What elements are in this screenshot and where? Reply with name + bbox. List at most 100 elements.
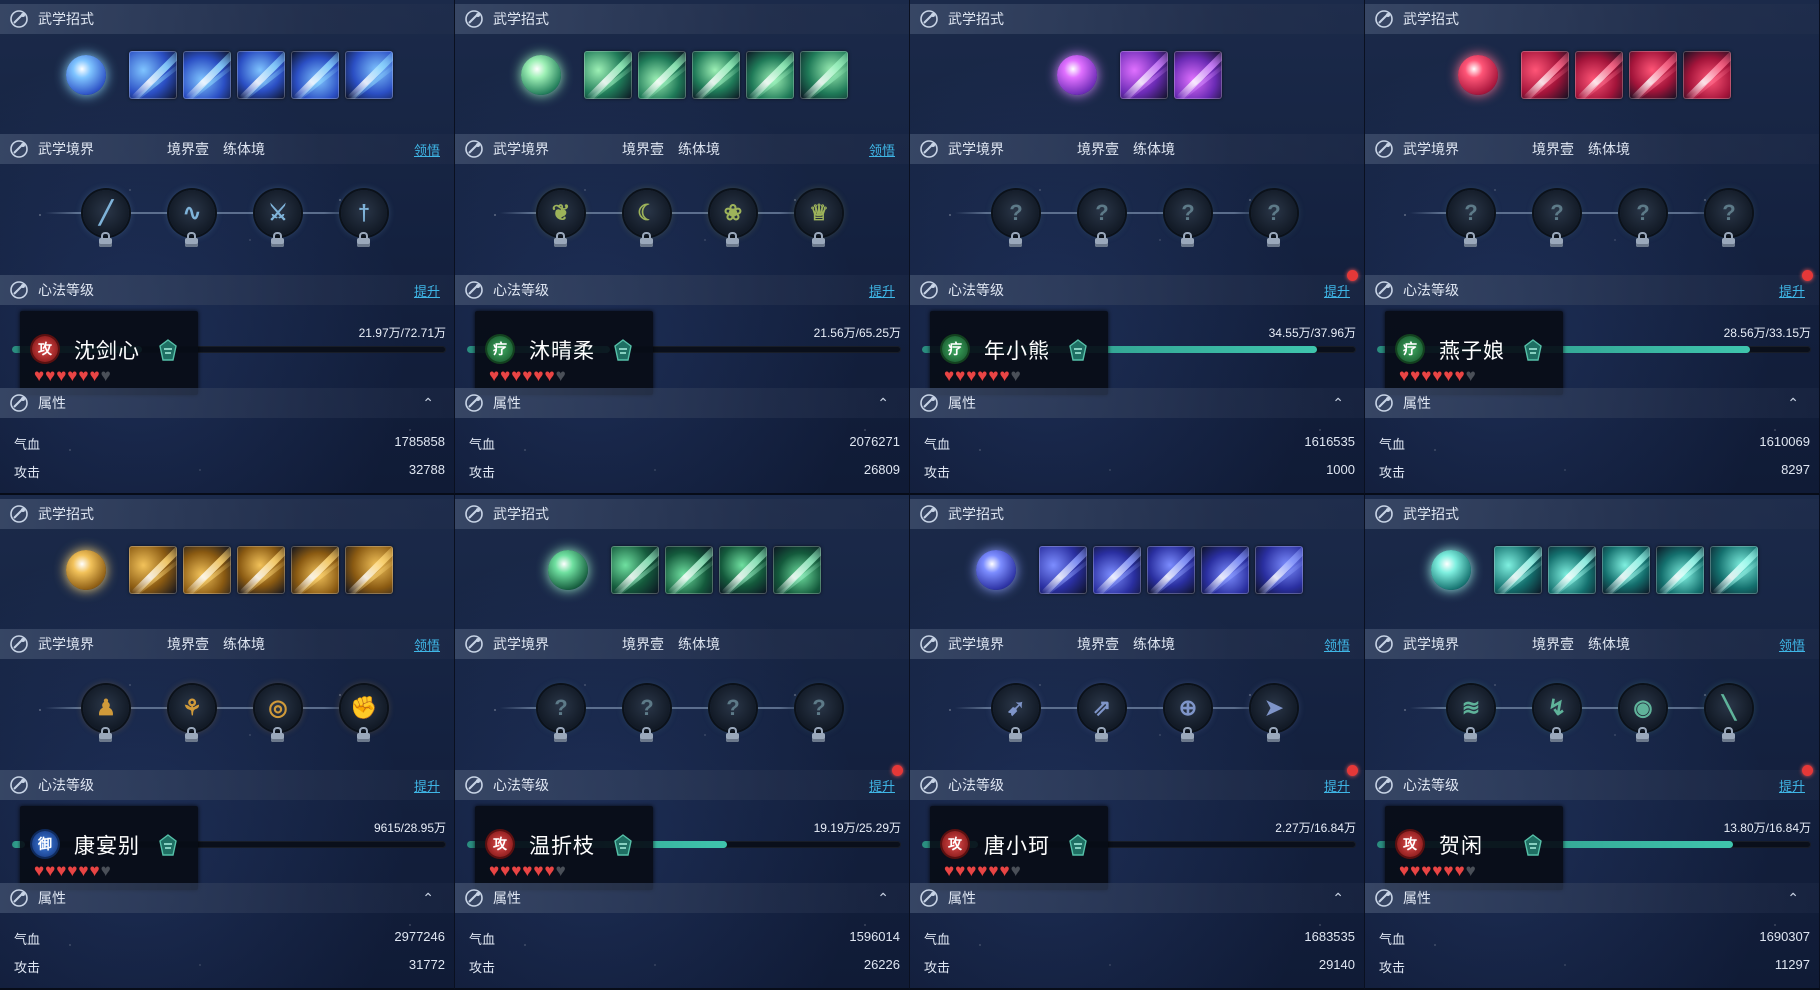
attributes-header[interactable]: 属性 ⌃ xyxy=(910,388,1364,418)
skill-icon[interactable] xyxy=(1575,51,1623,99)
lotus-icon[interactable]: ❀ xyxy=(710,190,756,247)
upgrade-link[interactable]: 提升 xyxy=(869,776,895,795)
question-icon[interactable]: ? xyxy=(993,190,1039,247)
skill-icon[interactable] xyxy=(1602,546,1650,594)
skill-icon[interactable] xyxy=(1656,546,1704,594)
skill-icon[interactable] xyxy=(773,546,821,594)
collapse-chevron-icon[interactable]: ⌃ xyxy=(877,890,889,907)
meditate-icon[interactable]: ⚘ xyxy=(169,685,215,742)
attributes-header[interactable]: 属性 ⌃ xyxy=(455,883,909,913)
signature-move-icon[interactable] xyxy=(1426,545,1476,595)
crown-icon[interactable]: ♕ xyxy=(796,190,842,247)
attributes-header[interactable]: 属性 ⌃ xyxy=(0,388,454,418)
collapse-chevron-icon[interactable]: ⌃ xyxy=(1787,890,1799,907)
collapse-chevron-icon[interactable]: ⌃ xyxy=(422,890,434,907)
signature-move-icon[interactable] xyxy=(543,545,593,595)
crossbow-icon[interactable]: ➹ xyxy=(993,685,1039,742)
eye-icon[interactable]: ◉ xyxy=(1620,685,1666,742)
skill-icon[interactable] xyxy=(719,546,767,594)
blade-icon[interactable]: ╱ xyxy=(83,190,129,247)
signature-move-icon[interactable] xyxy=(61,545,111,595)
skill-icon[interactable] xyxy=(291,51,339,99)
lightning-icon[interactable]: ↯ xyxy=(1534,685,1580,742)
monk-icon[interactable]: ♟ xyxy=(83,685,129,742)
skill-icon[interactable] xyxy=(1174,51,1222,99)
fire-ring-icon[interactable]: ◎ xyxy=(255,685,301,742)
fist-icon[interactable]: ✊ xyxy=(341,685,387,742)
skill-icon[interactable] xyxy=(345,546,393,594)
skill-icon[interactable] xyxy=(611,546,659,594)
question-icon[interactable]: ? xyxy=(1534,190,1580,247)
skill-icon[interactable] xyxy=(1255,546,1303,594)
signature-move-icon[interactable] xyxy=(516,50,566,100)
skill-icon[interactable] xyxy=(584,51,632,99)
target-icon[interactable]: ⊕ xyxy=(1165,685,1211,742)
character-name-card[interactable]: 攻沈剑心 ♥ ♥ ♥ ♥ ♥ ♥ ♥ xyxy=(20,311,198,395)
signature-move-icon[interactable] xyxy=(971,545,1021,595)
skill-icon[interactable] xyxy=(1548,546,1596,594)
question-icon[interactable]: ? xyxy=(538,685,584,742)
signature-move-icon[interactable] xyxy=(1052,50,1102,100)
skill-icon[interactable] xyxy=(1039,546,1087,594)
comprehend-link[interactable]: 领悟 xyxy=(869,140,895,159)
staff-icon[interactable]: ╲ xyxy=(1706,685,1752,742)
character-name-card[interactable]: 攻温折枝 ♥ ♥ ♥ ♥ ♥ ♥ ♥ xyxy=(475,806,653,890)
character-name-card[interactable]: 御康宴别 ♥ ♥ ♥ ♥ ♥ ♥ ♥ xyxy=(20,806,198,890)
skill-icon[interactable] xyxy=(345,51,393,99)
skill-icon[interactable] xyxy=(1683,51,1731,99)
skill-icon[interactable] xyxy=(1494,546,1542,594)
skill-icon[interactable] xyxy=(291,546,339,594)
moon-icon[interactable]: ☾ xyxy=(624,190,670,247)
question-icon[interactable]: ? xyxy=(1165,190,1211,247)
question-icon[interactable]: ? xyxy=(1620,190,1666,247)
skill-icon[interactable] xyxy=(692,51,740,99)
skill-icon[interactable] xyxy=(746,51,794,99)
comprehend-link[interactable]: 领悟 xyxy=(414,635,440,654)
question-icon[interactable]: ? xyxy=(1079,190,1125,247)
skill-icon[interactable] xyxy=(1120,51,1168,99)
arrow-icon[interactable]: ⇗ xyxy=(1079,685,1125,742)
skill-icon[interactable] xyxy=(237,51,285,99)
collapse-chevron-icon[interactable]: ⌃ xyxy=(1332,890,1344,907)
collapse-chevron-icon[interactable]: ⌃ xyxy=(1332,395,1344,412)
dart-icon[interactable]: ➤ xyxy=(1251,685,1297,742)
comprehend-link[interactable]: 领悟 xyxy=(1779,635,1805,654)
upgrade-link[interactable]: 提升 xyxy=(1779,776,1805,795)
attributes-header[interactable]: 属性 ⌃ xyxy=(1365,883,1819,913)
collapse-chevron-icon[interactable]: ⌃ xyxy=(877,395,889,412)
upgrade-link[interactable]: 提升 xyxy=(869,281,895,300)
sword-icon[interactable]: ⚔ xyxy=(255,190,301,247)
question-icon[interactable]: ? xyxy=(1706,190,1752,247)
upgrade-link[interactable]: 提升 xyxy=(414,281,440,300)
question-icon[interactable]: ? xyxy=(796,685,842,742)
skill-icon[interactable] xyxy=(1521,51,1569,99)
upgrade-link[interactable]: 提升 xyxy=(1779,281,1805,300)
comprehend-link[interactable]: 领悟 xyxy=(414,140,440,159)
skill-icon[interactable] xyxy=(183,546,231,594)
skill-icon[interactable] xyxy=(1629,51,1677,99)
skill-icon[interactable] xyxy=(1147,546,1195,594)
upgrade-link[interactable]: 提升 xyxy=(414,776,440,795)
skill-icon[interactable] xyxy=(237,546,285,594)
signature-move-icon[interactable] xyxy=(61,50,111,100)
wave-icon[interactable]: ∿ xyxy=(169,190,215,247)
skill-icon[interactable] xyxy=(800,51,848,99)
attributes-header[interactable]: 属性 ⌃ xyxy=(0,883,454,913)
collapse-chevron-icon[interactable]: ⌃ xyxy=(1787,395,1799,412)
question-icon[interactable]: ? xyxy=(624,685,670,742)
wind-icon[interactable]: ≋ xyxy=(1448,685,1494,742)
character-name-card[interactable]: 疗年小熊 ♥ ♥ ♥ ♥ ♥ ♥ ♥ xyxy=(930,311,1108,395)
skill-icon[interactable] xyxy=(183,51,231,99)
comprehend-link[interactable]: 领悟 xyxy=(1324,635,1350,654)
spear-icon[interactable]: † xyxy=(341,190,387,247)
question-icon[interactable]: ? xyxy=(1251,190,1297,247)
question-icon[interactable]: ? xyxy=(710,685,756,742)
character-name-card[interactable]: 疗沐晴柔 ♥ ♥ ♥ ♥ ♥ ♥ ♥ xyxy=(475,311,653,395)
attributes-header[interactable]: 属性 ⌃ xyxy=(1365,388,1819,418)
question-icon[interactable]: ? xyxy=(1448,190,1494,247)
skill-icon[interactable] xyxy=(1201,546,1249,594)
character-name-card[interactable]: 疗燕子娘 ♥ ♥ ♥ ♥ ♥ ♥ ♥ xyxy=(1385,311,1563,395)
upgrade-link[interactable]: 提升 xyxy=(1324,776,1350,795)
attributes-header[interactable]: 属性 ⌃ xyxy=(455,388,909,418)
collapse-chevron-icon[interactable]: ⌃ xyxy=(422,395,434,412)
